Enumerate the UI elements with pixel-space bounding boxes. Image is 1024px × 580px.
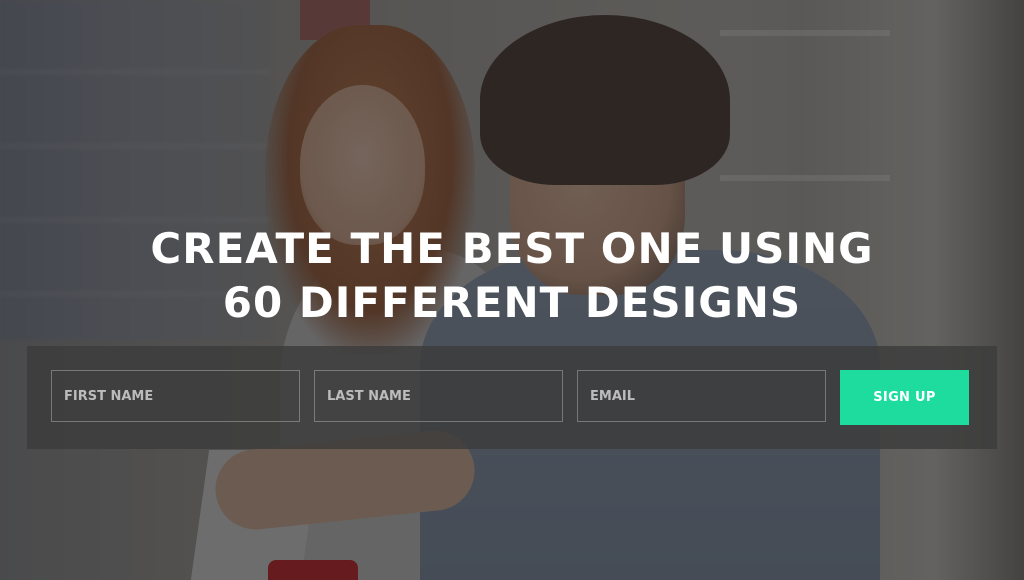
- sign-up-button[interactable]: SIGN UP: [840, 370, 969, 425]
- signup-form: SIGN UP: [27, 346, 997, 449]
- email-input[interactable]: [577, 370, 826, 422]
- headline-line-2: 60 DIFFERENT DESIGNS: [222, 278, 802, 327]
- headline-line-1: CREATE THE BEST ONE USING: [150, 224, 874, 273]
- hero-section: CREATE THE BEST ONE USING 60 DIFFERENT D…: [0, 0, 1024, 580]
- first-name-input[interactable]: [51, 370, 300, 422]
- hero-headline: CREATE THE BEST ONE USING 60 DIFFERENT D…: [0, 222, 1024, 330]
- last-name-input[interactable]: [314, 370, 563, 422]
